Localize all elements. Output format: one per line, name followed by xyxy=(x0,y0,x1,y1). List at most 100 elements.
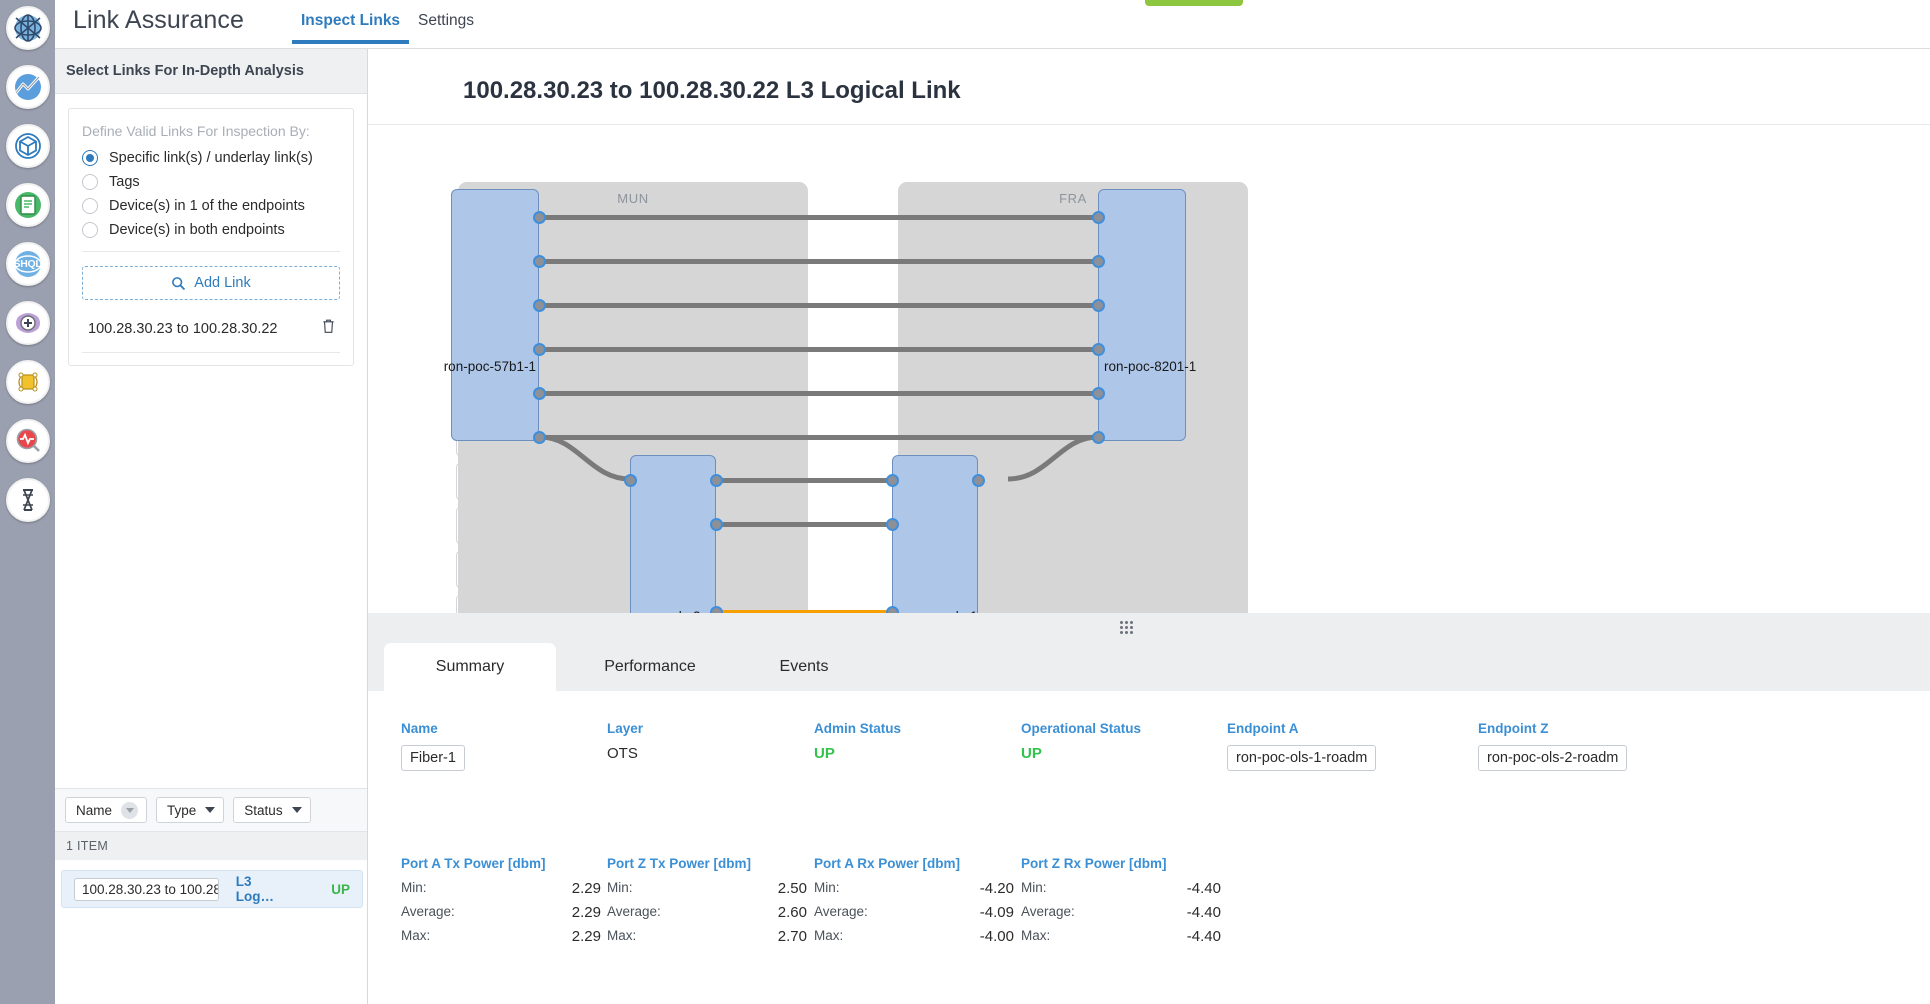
radio-tags[interactable]: Tags xyxy=(82,174,340,190)
radio-button-icon[interactable] xyxy=(82,174,98,190)
chevron-down-icon[interactable] xyxy=(121,801,139,819)
edge-zrm[interactable] xyxy=(538,391,1100,396)
port[interactable] xyxy=(533,211,546,224)
stat-port-a-rx-power: Port A Rx Power [dbm] Min: -4.20 Average… xyxy=(814,856,1014,945)
tab-inspect-links[interactable]: Inspect Links xyxy=(291,12,410,44)
tab-performance[interactable]: Performance xyxy=(564,643,736,691)
node-ron-poc-ols-2[interactable] xyxy=(630,455,716,625)
stat-value: -4.00 xyxy=(979,928,1014,945)
left-panel-title: Select Links For In-Depth Analysis xyxy=(55,49,367,94)
port[interactable] xyxy=(1092,431,1105,444)
drag-handle[interactable] xyxy=(1120,621,1136,634)
port[interactable] xyxy=(886,518,899,531)
stat-label: Port A Tx Power [dbm] xyxy=(401,856,546,871)
edge-phy[interactable] xyxy=(538,259,1100,264)
stat-row: Min: -4.40 xyxy=(1021,880,1221,897)
port[interactable] xyxy=(533,299,546,312)
radio-specific-links[interactable]: Specific link(s) / underlay link(s) xyxy=(82,150,340,166)
edge-och[interactable] xyxy=(538,435,1100,440)
chevron-down-icon[interactable] xyxy=(291,807,302,813)
port[interactable] xyxy=(1092,387,1105,400)
node-ron-poc-ols-1[interactable] xyxy=(892,455,978,625)
stat-label: Port Z Rx Power [dbm] xyxy=(1021,856,1167,871)
field-value[interactable]: ron-poc-ols-1-roadm xyxy=(1227,745,1377,771)
field-value[interactable]: ron-poc-ols-2-roadm xyxy=(1478,745,1628,771)
stat-value: -4.09 xyxy=(979,904,1014,921)
stat-key: Max: xyxy=(1021,928,1051,943)
stat-row: Min: 2.50 xyxy=(607,880,807,897)
port[interactable] xyxy=(1092,343,1105,356)
selected-link-label: 100.28.30.23 to 100.28.30.22 xyxy=(88,320,278,337)
port[interactable] xyxy=(1092,299,1105,312)
site-label-fra: FRA xyxy=(1059,191,1087,206)
chevron-down-icon[interactable] xyxy=(205,807,216,813)
tab-summary[interactable]: Summary xyxy=(384,643,556,691)
port[interactable] xyxy=(533,387,546,400)
search-icon xyxy=(171,276,186,291)
radio-devices-one-endpoint[interactable]: Device(s) in 1 of the endpoints xyxy=(82,198,340,214)
stat-row: Max: 2.29 xyxy=(401,928,601,945)
left-panel: Select Links For In-Depth Analysis Defin… xyxy=(55,49,368,1004)
node-ron-poc-57b1-1[interactable] xyxy=(451,189,539,441)
add-circle-swirl-icon[interactable] xyxy=(5,301,50,345)
add-link-button[interactable]: Add Link xyxy=(82,266,340,300)
port[interactable] xyxy=(1092,211,1105,224)
list-item-status: UP xyxy=(331,881,350,897)
port[interactable] xyxy=(886,474,899,487)
port[interactable] xyxy=(533,255,546,268)
edge-nmc[interactable] xyxy=(713,478,895,483)
edge-mc[interactable] xyxy=(713,522,895,527)
port[interactable] xyxy=(533,431,546,444)
field-name: Name Fiber-1 xyxy=(401,721,465,771)
health-monitor-icon[interactable] xyxy=(5,419,50,463)
stat-key: Min: xyxy=(607,880,633,895)
node-label-ron-poc-57b1-1: ron-poc-57b1-1 xyxy=(443,359,536,374)
edge-log[interactable] xyxy=(538,215,1100,220)
tab-events[interactable]: Events xyxy=(744,643,864,691)
radio-button-icon[interactable] xyxy=(82,222,98,238)
port[interactable] xyxy=(533,343,546,356)
stat-key: Min: xyxy=(401,880,427,895)
node-ron-poc-8201-1[interactable] xyxy=(1098,189,1186,441)
radio-button-icon[interactable] xyxy=(82,150,98,166)
port[interactable] xyxy=(972,474,985,487)
cube-inventory-icon[interactable] xyxy=(5,124,50,168)
stat-row: Max: -4.00 xyxy=(814,928,1014,945)
stat-value: -4.40 xyxy=(1186,904,1221,921)
tower-icon[interactable] xyxy=(5,478,50,522)
radio-button-icon[interactable] xyxy=(82,198,98,214)
panel-resize-bar xyxy=(368,613,1930,643)
top-header: Link Assurance Inspect Links Settings xyxy=(55,0,1930,49)
port[interactable] xyxy=(710,518,723,531)
filter-status[interactable]: Status xyxy=(233,797,311,823)
list-item[interactable]: 100.28.30.23 to 100.28.3… L3 Log… UP xyxy=(61,870,363,908)
port[interactable] xyxy=(710,474,723,487)
radio-devices-both-endpoints[interactable]: Device(s) in both endpoints xyxy=(82,222,340,238)
stat-row: Average: 2.29 xyxy=(401,904,601,921)
stat-row: Average: -4.09 xyxy=(814,904,1014,921)
summary-tab-content: Name Fiber-1 Layer OTS Admin Status UP O… xyxy=(368,691,1930,1004)
stat-key: Average: xyxy=(607,904,661,919)
shql-query-icon[interactable]: SHQL xyxy=(5,242,50,286)
field-label: Layer xyxy=(607,721,644,736)
edge-eth[interactable] xyxy=(538,303,1100,308)
link-topology-diagram: LOG PHY ETH ZRC ZRM OCH NMC MC MC OMS OT… xyxy=(368,125,1930,710)
link-assurance-icon[interactable] xyxy=(5,360,50,404)
stat-value: -4.40 xyxy=(1186,880,1221,897)
port[interactable] xyxy=(624,474,637,487)
trash-icon[interactable] xyxy=(321,318,336,339)
field-label: Admin Status xyxy=(814,721,902,736)
tab-settings[interactable]: Settings xyxy=(418,12,474,44)
edge-zrc[interactable] xyxy=(538,347,1100,352)
stat-key: Max: xyxy=(401,928,431,943)
filter-name[interactable]: Name xyxy=(65,797,148,823)
app-title: Link Assurance xyxy=(73,6,244,34)
green-action-button[interactable] xyxy=(1145,0,1243,6)
network-mesh-icon[interactable] xyxy=(5,6,50,50)
filter-type[interactable]: Type xyxy=(156,797,225,823)
report-document-icon[interactable] xyxy=(5,183,50,227)
port[interactable] xyxy=(1092,255,1105,268)
field-value[interactable]: Fiber-1 xyxy=(401,745,465,771)
list-item-name[interactable]: 100.28.30.23 to 100.28.3… xyxy=(74,877,219,901)
analytics-line-chart-icon[interactable] xyxy=(5,65,50,109)
